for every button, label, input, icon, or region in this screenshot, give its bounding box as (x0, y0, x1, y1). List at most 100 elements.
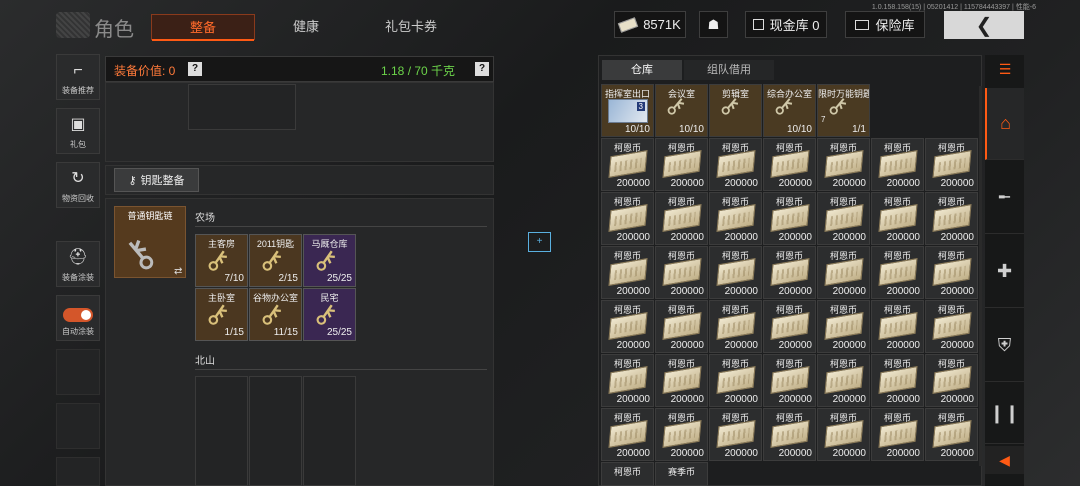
storage-money-item[interactable]: 柯恩币 200000 (655, 408, 708, 461)
storage-money-item[interactable]: 柯恩币 200000 (817, 300, 870, 353)
item-name: 柯恩币 (667, 413, 695, 423)
nav-skin[interactable]: ⛑ 装备涂装 (56, 241, 100, 287)
key-count: 2/15 (278, 273, 298, 284)
auto-skin-toggle[interactable] (63, 308, 93, 322)
back-button[interactable]: ❮ (944, 11, 1024, 39)
safe-vault-button[interactable]: 保险库 (845, 11, 925, 38)
money-stack-icon (824, 204, 864, 232)
storage-key-item[interactable]: ⚷ 会议室 10/10 (655, 84, 708, 137)
storage-money-item[interactable]: 柯恩币 200000 (709, 246, 762, 299)
farm-key-slot[interactable]: ⚷ 主客房 7/10 (195, 234, 248, 287)
storage-money-item[interactable]: 柯恩币 200000 (655, 138, 708, 191)
storage-money-item[interactable]: 柯恩币 200000 (763, 246, 816, 299)
category-home[interactable]: ⌂ (985, 88, 1024, 160)
tab-storage[interactable]: 仓库 (602, 60, 682, 80)
item-name: 柯恩币 (667, 359, 695, 369)
storage-money-item[interactable]: 柯恩币 200000 (709, 408, 762, 461)
storage-money-item[interactable]: 柯恩币 200000 (709, 192, 762, 245)
storage-money-item[interactable]: 柯恩币 200000 (655, 300, 708, 353)
nav-recycle[interactable]: ↻ 物资回收 (56, 162, 100, 208)
nav-gift-label: 礼包 (70, 140, 86, 149)
nav-gift[interactable]: ▣ 礼包 (56, 108, 100, 154)
collapse-button[interactable]: ◀ (985, 446, 1024, 474)
money-stack-icon (878, 258, 918, 286)
item-name: 柯恩币 (667, 197, 695, 207)
storage-key-item[interactable]: ⚷ 限时万能钥匙 1/1 7 (817, 84, 870, 137)
storage-money-item[interactable]: 柯恩币 200000 (871, 246, 924, 299)
storage-money-item[interactable]: 柯恩币 200000 (709, 300, 762, 353)
item-count: 200000 (886, 232, 920, 243)
storage-money-item[interactable]: 柯恩币 200000 (871, 192, 924, 245)
empty-key-slot[interactable] (195, 376, 248, 486)
nav-auto-skin[interactable]: 自动涂装 (56, 295, 100, 341)
storage-money-item[interactable]: 柯恩币 200000 (601, 300, 654, 353)
storage-money-item[interactable]: 柯恩币 200000 (763, 408, 816, 461)
weight-help-button[interactable]: ? (475, 62, 489, 76)
storage-money-item[interactable]: 柯恩币 200000 (601, 192, 654, 245)
storage-money-item[interactable]: 柯恩币 200000 (871, 138, 924, 191)
tab-loadout[interactable]: 整备 (151, 14, 255, 41)
storage-money-item[interactable]: 柯恩币 200000 (763, 300, 816, 353)
storage-money-item[interactable]: 柯恩币 200000 (871, 408, 924, 461)
category-rifle[interactable]: ╾ (985, 162, 1024, 234)
storage-money-item[interactable]: 柯恩币 200000 (601, 354, 654, 407)
storage-money-item[interactable]: 柯恩币 200000 (925, 246, 978, 299)
storage-money-item[interactable]: 柯恩币 200000 (925, 408, 978, 461)
tab-gift-cards[interactable]: 礼包卡券 (361, 14, 461, 40)
storage-money-item[interactable]: 柯恩币 200000 (709, 354, 762, 407)
item-name: 柯恩币 (613, 359, 641, 369)
value-help-button[interactable]: ? (188, 62, 202, 76)
storage-money-item[interactable]: 柯恩币 200000 (601, 138, 654, 191)
farm-key-slot[interactable]: ⚷ 谷物办公室 11/15 (249, 288, 302, 341)
equipment-slot[interactable] (188, 84, 296, 130)
storage-money-item[interactable]: 柯恩币 (601, 462, 654, 486)
storage-money-item[interactable]: 柯恩币 200000 (709, 138, 762, 191)
target-bracket-icon: + (528, 232, 551, 252)
storage-money-item[interactable]: 柯恩币 200000 (817, 138, 870, 191)
storage-key-item[interactable]: 3 指挥室出口 10/10 (601, 84, 654, 137)
storage-scrollbar[interactable] (979, 86, 982, 466)
farm-key-slot[interactable]: ⚷ 主卧室 1/15 (195, 288, 248, 341)
tab-health[interactable]: 健康 (256, 14, 356, 40)
storage-money-item[interactable]: 柯恩币 200000 (763, 138, 816, 191)
category-armor[interactable]: ⛨ (985, 310, 1024, 382)
empty-key-slot[interactable] (303, 376, 356, 486)
swap-icon[interactable]: ⇄ (174, 266, 182, 277)
item-count: 200000 (886, 286, 920, 297)
storage-money-item[interactable]: 柯恩币 200000 (925, 354, 978, 407)
storage-money-item[interactable]: 柯恩币 200000 (763, 192, 816, 245)
empty-key-slot[interactable] (249, 376, 302, 486)
category-medkit[interactable]: ✚ (985, 236, 1024, 308)
farm-key-slot[interactable]: ⚷ 2011钥匙 2/15 (249, 234, 302, 287)
storage-money-item[interactable]: 柯恩币 200000 (925, 192, 978, 245)
storage-money-item[interactable]: 柯恩币 200000 (601, 408, 654, 461)
storage-key-item[interactable]: ⚷ 剪辑室 (709, 84, 762, 137)
storage-money-item[interactable]: 柯恩币 200000 (925, 300, 978, 353)
item-name: 柯恩币 (937, 359, 965, 369)
storage-money-item[interactable]: 柯恩币 200000 (655, 192, 708, 245)
storage-money-item[interactable]: 柯恩币 200000 (763, 354, 816, 407)
storage-money-item[interactable]: 柯恩币 200000 (655, 246, 708, 299)
storage-money-item[interactable]: 柯恩币 200000 (601, 246, 654, 299)
storage-money-item[interactable]: 柯恩币 200000 (925, 138, 978, 191)
storage-money-item[interactable]: 柯恩币 200000 (817, 192, 870, 245)
nav-gear-recommend[interactable]: ⌐ 装备推荐 (56, 54, 100, 100)
storage-money-item[interactable]: 柯恩币 200000 (817, 354, 870, 407)
money-stack-icon (716, 366, 756, 394)
storage-money-item[interactable]: 柯恩币 200000 (655, 354, 708, 407)
farm-key-slot[interactable]: ⚷ 民宅 25/25 (303, 288, 356, 341)
storage-money-item[interactable]: 柯恩币 200000 (871, 354, 924, 407)
category-ammo[interactable]: ❙❙ (985, 384, 1024, 444)
cash-vault-button[interactable]: 现金库 0 (745, 11, 827, 38)
storage-money-item[interactable]: 柯恩币 200000 (817, 408, 870, 461)
storage-money-item[interactable]: 柯恩币 200000 (871, 300, 924, 353)
storage-money-item[interactable]: 柯恩币 200000 (817, 246, 870, 299)
tab-team-borrow[interactable]: 组队借用 (684, 60, 774, 80)
farm-key-slot[interactable]: ⚷ 马厩仓库 25/25 (303, 234, 356, 287)
storage-money-item[interactable]: 赛季币 (655, 462, 708, 486)
profile-button[interactable]: ☗ (699, 11, 728, 38)
storage-key-item[interactable]: ⚷ 综合办公室 10/10 (763, 84, 816, 137)
sort-icon[interactable]: ☰ (992, 58, 1018, 80)
key-loadout-button[interactable]: ⚷ 钥匙整备 (114, 168, 199, 192)
currency-display[interactable]: 8571K (614, 11, 686, 38)
